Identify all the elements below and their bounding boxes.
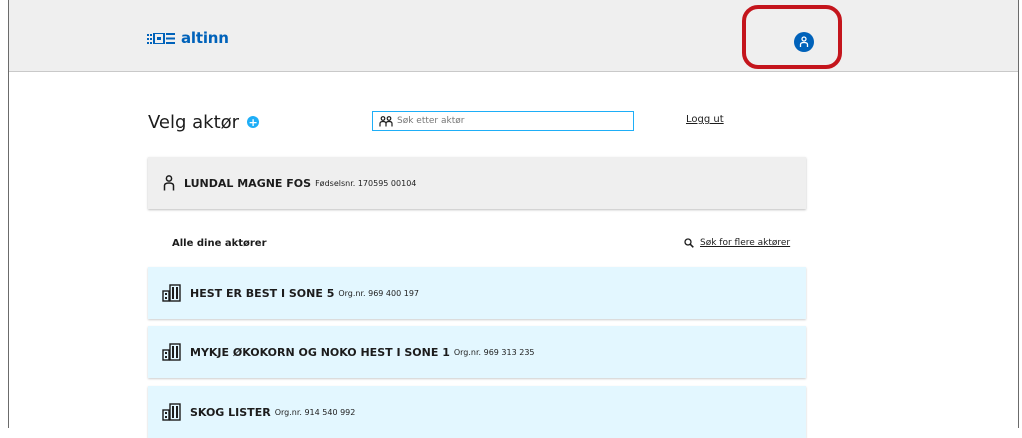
window-border-right [1018, 0, 1019, 428]
org-number: Org.nr. 914 540 992 [274, 407, 356, 417]
building-icon [162, 403, 182, 421]
logout-link[interactable]: Logg ut [686, 114, 724, 125]
actor-name: LUNDAL MAGNE FOS [184, 176, 312, 190]
org-card-2[interactable]: MYKJE ØKOKORN OG NOKO HEST I SONE 1 Org.… [148, 326, 806, 378]
org-number: Org.nr. 969 313 235 [453, 347, 535, 357]
org-name: MYKJE ØKOKORN OG NOKO HEST I SONE 1 [190, 345, 450, 359]
org-card-1[interactable]: HEST ER BEST I SONE 5 Org.nr. 969 400 19… [148, 267, 806, 319]
person-icon [163, 175, 175, 191]
org-number: Org.nr. 969 400 197 [338, 288, 420, 298]
page-title: Velg aktør [148, 111, 240, 133]
page-title-row: Velg aktør + [148, 108, 260, 136]
org-name: SKOG LISTER [190, 405, 271, 419]
highlight-annotation [742, 5, 842, 69]
search-more-actors-link[interactable]: Søk for flere aktører [684, 238, 790, 248]
add-icon[interactable]: + [247, 116, 260, 128]
section-title: Alle dine aktører [172, 238, 267, 249]
people-icon [379, 115, 393, 126]
search-input[interactable] [397, 116, 617, 126]
current-actor-card[interactable]: LUNDAL MAGNE FOS Fødselsnr. 170595 00104 [148, 157, 806, 209]
logo-text: altinn [181, 29, 229, 47]
actor-search-field[interactable] [372, 111, 634, 131]
search-icon [684, 238, 694, 248]
org-card-3[interactable]: SKOG LISTER Org.nr. 914 540 992 [148, 386, 806, 438]
building-icon [162, 284, 182, 302]
org-name: HEST ER BEST I SONE 5 [190, 286, 335, 300]
altinn-logo[interactable]: altinn [147, 29, 229, 47]
top-header: altinn [9, 0, 1018, 72]
altinn-logo-icon [147, 32, 175, 44]
search-more-actors-label: Søk for flere aktører [700, 238, 791, 248]
building-icon [162, 343, 182, 361]
actor-id-number: Fødselsnr. 170595 00104 [315, 178, 417, 188]
